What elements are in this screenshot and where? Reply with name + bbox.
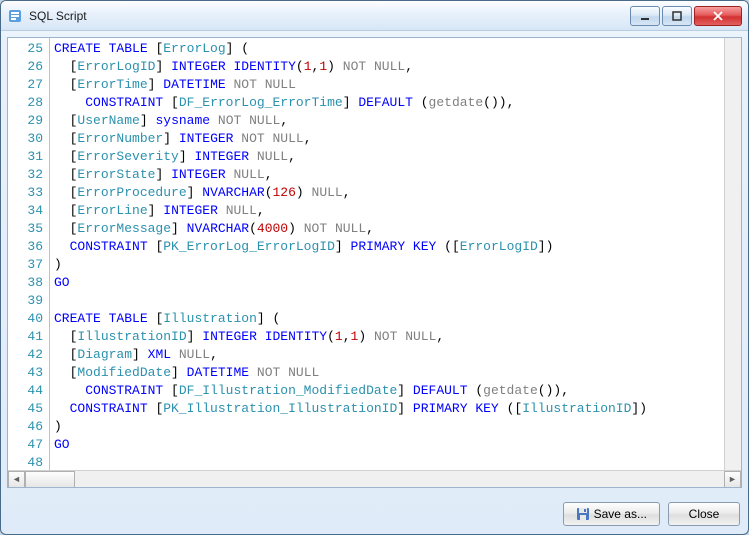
code-line[interactable]: [UserName] sysname NOT NULL,	[54, 112, 720, 130]
code-line[interactable]: [ErrorMessage] NVARCHAR(4000) NOT NULL,	[54, 220, 720, 238]
code-line[interactable]: [ErrorLogID] INTEGER IDENTITY(1,1) NOT N…	[54, 58, 720, 76]
scroll-left-button[interactable]: ◄	[8, 471, 25, 488]
save-icon	[576, 507, 590, 521]
content-area: 2526272829303132333435363738394041424344…	[7, 37, 742, 488]
code-line[interactable]: CONSTRAINT [PK_ErrorLog_ErrorLogID] PRIM…	[54, 238, 720, 256]
line-number: 41	[10, 328, 43, 346]
scroll-thumb[interactable]	[25, 471, 75, 488]
close-icon	[713, 11, 723, 21]
line-number: 45	[10, 400, 43, 418]
window-title: SQL Script	[29, 9, 630, 23]
line-number: 47	[10, 436, 43, 454]
close-window-button[interactable]	[694, 6, 742, 26]
window-frame: SQL Script 25262728293031323334353637383…	[0, 0, 749, 535]
vertical-scrollbar[interactable]	[724, 38, 741, 470]
close-button[interactable]: Close	[668, 502, 740, 526]
scroll-track[interactable]	[25, 471, 724, 488]
code-line[interactable]: [Diagram] XML NULL,	[54, 346, 720, 364]
horizontal-scrollbar[interactable]: ◄ ►	[8, 470, 741, 487]
line-number: 27	[10, 76, 43, 94]
line-number: 26	[10, 58, 43, 76]
line-number: 33	[10, 184, 43, 202]
line-number: 38	[10, 274, 43, 292]
line-number: 42	[10, 346, 43, 364]
maximize-icon	[672, 11, 682, 21]
maximize-button[interactable]	[662, 6, 692, 26]
line-number: 32	[10, 166, 43, 184]
line-number: 35	[10, 220, 43, 238]
line-number-gutter: 2526272829303132333435363738394041424344…	[8, 38, 50, 470]
code-line[interactable]: CONSTRAINT [DF_Illustration_ModifiedDate…	[54, 382, 720, 400]
minimize-button[interactable]	[630, 6, 660, 26]
code-line[interactable]: GO	[54, 436, 720, 454]
line-number: 43	[10, 364, 43, 382]
code-line[interactable]: [ErrorLine] INTEGER NULL,	[54, 202, 720, 220]
code-line[interactable]: [ModifiedDate] DATETIME NOT NULL	[54, 364, 720, 382]
line-number: 25	[10, 40, 43, 58]
code-line[interactable]: [ErrorState] INTEGER NULL,	[54, 166, 720, 184]
code-line[interactable]: [ErrorProcedure] NVARCHAR(126) NULL,	[54, 184, 720, 202]
scroll-right-button[interactable]: ►	[724, 471, 741, 488]
save-as-label: Save as...	[594, 507, 647, 521]
save-as-button[interactable]: Save as...	[563, 502, 660, 526]
line-number: 40	[10, 310, 43, 328]
code-line[interactable]: [ErrorSeverity] INTEGER NULL,	[54, 148, 720, 166]
line-number: 28	[10, 94, 43, 112]
code-line[interactable]: CONSTRAINT [DF_ErrorLog_ErrorTime] DEFAU…	[54, 94, 720, 112]
line-number: 39	[10, 292, 43, 310]
line-number: 30	[10, 130, 43, 148]
app-icon	[7, 8, 23, 24]
code-line[interactable]	[54, 454, 720, 470]
code-line[interactable]: [ErrorNumber] INTEGER NOT NULL,	[54, 130, 720, 148]
line-number: 37	[10, 256, 43, 274]
line-number: 29	[10, 112, 43, 130]
code-line[interactable]: CREATE TABLE [Illustration] (	[54, 310, 720, 328]
code-line[interactable]: )	[54, 256, 720, 274]
line-number: 46	[10, 418, 43, 436]
window-controls	[630, 6, 742, 26]
code-line[interactable]: [IllustrationID] INTEGER IDENTITY(1,1) N…	[54, 328, 720, 346]
line-number: 48	[10, 454, 43, 470]
close-label: Close	[689, 507, 720, 521]
titlebar[interactable]: SQL Script	[1, 1, 748, 31]
dialog-button-bar: Save as... Close	[1, 494, 748, 534]
code-line[interactable]: GO	[54, 274, 720, 292]
code-pane[interactable]: CREATE TABLE [ErrorLog] ( [ErrorLogID] I…	[50, 38, 724, 470]
code-line[interactable]: )	[54, 418, 720, 436]
code-line[interactable]: [ErrorTime] DATETIME NOT NULL	[54, 76, 720, 94]
code-line[interactable]: CREATE TABLE [ErrorLog] (	[54, 40, 720, 58]
line-number: 31	[10, 148, 43, 166]
line-number: 36	[10, 238, 43, 256]
code-line[interactable]: CONSTRAINT [PK_Illustration_Illustration…	[54, 400, 720, 418]
minimize-icon	[640, 11, 650, 21]
code-editor[interactable]: 2526272829303132333435363738394041424344…	[8, 38, 741, 470]
code-line[interactable]	[54, 292, 720, 310]
line-number: 34	[10, 202, 43, 220]
line-number: 44	[10, 382, 43, 400]
